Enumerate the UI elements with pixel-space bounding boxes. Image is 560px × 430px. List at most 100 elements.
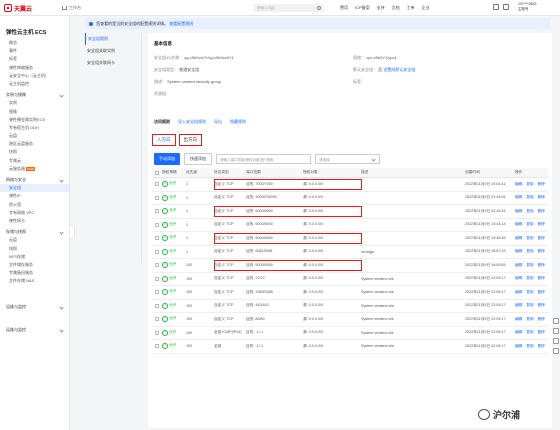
- sidebar-item-eip[interactable]: 弹性IP: [0, 192, 69, 200]
- sidebar-item-monitoring[interactable]: 云主机监控: [0, 80, 69, 88]
- set-default-link[interactable]: 设置成默认安全组: [383, 67, 415, 72]
- sidebar-group-ops[interactable]: 运维与监控: [0, 303, 69, 311]
- row-select[interactable]: [152, 249, 162, 254]
- checkbox[interactable]: [155, 276, 159, 281]
- nav-docs[interactable]: 文档: [392, 5, 400, 11]
- nav-support[interactable]: 支持: [377, 5, 385, 11]
- sidebar-item-file-storage[interactable]: 文件储存服务: [0, 261, 69, 269]
- top-icon[interactable]: [553, 348, 559, 354]
- row-select[interactable]: [152, 236, 162, 241]
- delete-link[interactable]: 删除: [538, 276, 545, 281]
- delete-link[interactable]: 删除: [538, 182, 545, 187]
- row-select[interactable]: [152, 182, 162, 187]
- edit-link[interactable]: 编辑: [515, 249, 522, 254]
- search-icon[interactable]: [317, 5, 321, 10]
- hide-rules-link[interactable]: 隐藏规则: [230, 119, 246, 125]
- notice-link[interactable]: 查看配置规则: [169, 21, 193, 26]
- row-select[interactable]: [152, 263, 162, 268]
- delete-link[interactable]: 删除: [538, 263, 545, 268]
- copy-link[interactable]: 复制: [526, 222, 533, 227]
- service-icon[interactable]: [553, 328, 559, 334]
- nav-tickets[interactable]: 工单: [407, 5, 415, 11]
- sidebar-item-server[interactable]: 云服务器 NEW: [0, 165, 69, 173]
- edit-link[interactable]: 编辑: [515, 276, 522, 281]
- edit-link[interactable]: 编辑: [515, 182, 522, 187]
- row-select[interactable]: [152, 290, 162, 295]
- checkbox[interactable]: [155, 222, 159, 227]
- copy-link[interactable]: 复制: [526, 236, 533, 241]
- checkbox[interactable]: [155, 236, 159, 241]
- sidebar-item-instance[interactable]: 实例: [0, 99, 69, 107]
- console-link[interactable]: 工作台: [62, 5, 81, 11]
- delete-link[interactable]: 删除: [538, 290, 545, 295]
- user-menu[interactable]: 13*****2843 主账号: [518, 2, 537, 12]
- sidebar-item-overview[interactable]: 概览: [0, 39, 69, 47]
- sidebar-item-bare-metal[interactable]: 弹性裸金属实例ECS: [0, 116, 69, 124]
- tab-inbound[interactable]: 入方向: [152, 134, 176, 146]
- edit-link[interactable]: 编辑: [515, 209, 522, 214]
- checkbox[interactable]: [155, 195, 159, 200]
- row-select[interactable]: [152, 276, 162, 281]
- sidebar-item-tags[interactable]: 标签: [0, 55, 69, 63]
- global-search-input[interactable]: 请输入内容: [254, 4, 324, 12]
- copy-link[interactable]: 复制: [526, 209, 533, 214]
- delete-link[interactable]: 删除: [538, 209, 545, 214]
- chat-icon[interactable]: [553, 338, 559, 344]
- edit-link[interactable]: 编辑: [515, 236, 522, 241]
- sidebar-item-nic[interactable]: 弹性网卡: [0, 217, 69, 225]
- copy-link[interactable]: 复制: [526, 330, 533, 335]
- tab-nics[interactable]: 安全组关联网卡: [85, 57, 141, 69]
- edit-link[interactable]: 编辑: [515, 263, 522, 268]
- header-select[interactable]: [152, 170, 162, 175]
- delete-link[interactable]: 删除: [538, 249, 545, 254]
- sidebar-item-vpc[interactable]: 专有网络 VPC: [0, 209, 69, 217]
- checkbox[interactable]: [155, 249, 159, 254]
- sidebar-item-security-group[interactable]: 安全组: [0, 184, 69, 193]
- copy-link[interactable]: 复制: [526, 317, 533, 322]
- row-select[interactable]: [152, 303, 162, 308]
- sidebar-item-security-center[interactable]: 云安全中心（云主机）: [0, 72, 69, 80]
- nav-fees[interactable]: 费用: [340, 5, 348, 11]
- copy-link[interactable]: 复制: [526, 195, 533, 200]
- sidebar-item-snapshot[interactable]: 快照: [0, 148, 69, 156]
- sidebar-item-nfs[interactable]: NFS存储: [0, 253, 69, 261]
- checkbox[interactable]: [155, 290, 159, 295]
- cart-icon[interactable]: [503, 4, 509, 10]
- copy-link[interactable]: 复制: [526, 249, 533, 254]
- sidebar-item-nas[interactable]: 文件存储 NAS: [0, 277, 69, 285]
- delete-link[interactable]: 删除: [538, 195, 545, 200]
- delete-link[interactable]: 删除: [538, 344, 545, 349]
- sidebar-item-cross-disk[interactable]: 跨区云盘服务: [0, 140, 69, 148]
- quick-add-button[interactable]: 快速添加: [184, 153, 212, 165]
- checkbox[interactable]: [155, 303, 159, 308]
- copy-link[interactable]: 复制: [526, 263, 533, 268]
- sidebar-item-snapshot-2[interactable]: 快照: [0, 245, 69, 253]
- nav-icp[interactable]: ICP备案: [355, 5, 370, 11]
- copy-link[interactable]: 复制: [526, 276, 533, 281]
- delete-link[interactable]: 删除: [538, 330, 545, 335]
- checkbox[interactable]: [155, 317, 159, 322]
- checkbox[interactable]: [155, 182, 159, 187]
- sidebar-item-disk[interactable]: 云盘: [0, 132, 69, 140]
- edit-link[interactable]: 编辑: [515, 344, 522, 349]
- import-rules-link[interactable]: 导入安全组规则: [178, 119, 206, 125]
- row-select[interactable]: [152, 344, 162, 349]
- edit-link[interactable]: 编辑: [515, 222, 522, 227]
- sidebar-group-ops-2[interactable]: 运维与监控: [0, 326, 69, 334]
- row-select[interactable]: [152, 317, 162, 322]
- sidebar-collapse-handle[interactable]: [70, 225, 75, 239]
- edit-link[interactable]: 编辑: [515, 330, 522, 335]
- sidebar-item-autoscaling[interactable]: 弹性伸缩服务: [0, 64, 69, 72]
- delete-link[interactable]: 删除: [538, 236, 545, 241]
- sidebar-item-image[interactable]: 镜像: [0, 108, 69, 116]
- tab-outbound[interactable]: 出方向: [178, 134, 202, 146]
- sidebar-item-firewall[interactable]: 防火墙: [0, 201, 69, 209]
- checkbox[interactable]: [155, 330, 159, 335]
- sidebar-item-ddh[interactable]: 专有宿主机 DDH: [0, 124, 69, 132]
- checkbox[interactable]: [155, 344, 159, 349]
- checkbox[interactable]: [155, 209, 159, 214]
- copy-link[interactable]: 复制: [526, 290, 533, 295]
- edit-link[interactable]: 编辑: [515, 195, 522, 200]
- edit-link[interactable]: 编辑: [515, 317, 522, 322]
- checkbox[interactable]: [155, 263, 159, 268]
